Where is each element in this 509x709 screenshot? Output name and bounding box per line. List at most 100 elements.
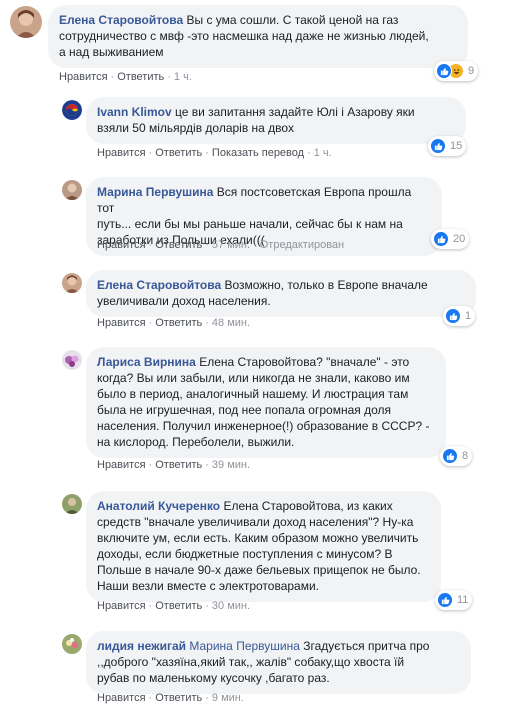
comment-actions: Нравится · Ответить · Показать перевод · 1 ч. xyxy=(97,147,332,159)
edited-label[interactable]: Отредактирован xyxy=(260,239,344,251)
avatar-photo xyxy=(62,494,82,514)
comment-text-line: Возможно, только в Европе вначале xyxy=(221,278,428,292)
comment-text-line: было в период, аналогичный нашему. И люс… xyxy=(97,387,409,401)
reaction-count: 11 xyxy=(457,594,469,606)
reaction-summary[interactable]: 15 xyxy=(428,136,467,156)
like-icon xyxy=(430,138,446,154)
avatar-photo xyxy=(10,6,42,38)
reaction-count: 9 xyxy=(468,65,475,77)
reply-link[interactable]: Ответить xyxy=(155,147,202,159)
reply-comment: Елена Старовойтова Возможно, только в Ев… xyxy=(0,265,509,337)
avatar-photo xyxy=(62,273,82,293)
reaction-count: 15 xyxy=(450,140,463,152)
comment-author[interactable]: Марина Первушина xyxy=(97,185,213,199)
avatar[interactable] xyxy=(62,634,82,654)
comment-bubble: лидия нежигай Марина Первушина Згадуєтьс… xyxy=(86,631,471,694)
like-icon xyxy=(433,231,449,247)
like-link[interactable]: Нравится xyxy=(97,317,146,329)
comment-author[interactable]: Ivann Klimov xyxy=(97,105,172,119)
comment-main: Елена Старовойтова Вы с ума сошли. С так… xyxy=(0,0,509,90)
like-icon xyxy=(436,63,452,79)
comment-text-line: увеличивали доход населения. xyxy=(97,294,271,308)
like-link[interactable]: Нравится xyxy=(97,459,146,471)
comment-bubble: Лариса Вирнина Елена Старовойтова? "внач… xyxy=(86,347,446,458)
comment-text-line: населения. Получил инженерное(!) образов… xyxy=(97,419,430,433)
comment-bubble: Ivann Klimov це ви запитання задайте Юлі… xyxy=(86,97,466,144)
comment-actions: Нравится · Ответить · 57 мин. · Отредактирован xyxy=(97,239,345,251)
comment-text-line: взяли 50 мільярдів доларів на двох xyxy=(97,121,294,135)
comment-text-line: когда? Вы или забыли, или никогда не зна… xyxy=(97,371,410,385)
like-link[interactable]: Нравится xyxy=(59,71,108,83)
like-icon xyxy=(445,308,461,324)
comment-time[interactable]: 1 ч. xyxy=(314,147,332,159)
reaction-summary[interactable]: 1 xyxy=(443,306,476,326)
mention-link[interactable]: Марина Первушина xyxy=(189,639,300,653)
reply-comment: лидия нежигай Марина Первушина Згадуєтьс… xyxy=(0,626,509,709)
reply-link[interactable]: Ответить xyxy=(155,459,202,471)
like-link[interactable]: Нравится xyxy=(97,692,146,704)
comment-text-line: Згадується притча про xyxy=(299,639,430,653)
reaction-count: 20 xyxy=(453,233,466,245)
comment-text-line: ,,доброго "хазяїна,який так,, жалів" соб… xyxy=(97,655,405,669)
avatar-photo xyxy=(62,100,82,120)
comment-text-line: на кислород. Переболели, выжили. xyxy=(97,435,295,449)
comment-text-line: рубав по маленькому кусочку ,багато раз. xyxy=(97,671,330,685)
comment-bubble: Анатолий Кучеренко Елена Старовойтова, и… xyxy=(86,491,441,602)
comment-text-line: Вы с ума сошли. С такой ценой на газ xyxy=(183,13,399,27)
comment-author[interactable]: лидия нежигай xyxy=(97,639,186,653)
reply-comment: Марина Первушина Вся постсоветская Европ… xyxy=(0,172,509,260)
avatar[interactable] xyxy=(62,273,82,293)
reply-link[interactable]: Ответить xyxy=(155,239,202,251)
comment-actions: Нравится · Ответить · 9 мин. xyxy=(97,692,244,704)
see-translation-link[interactable]: Показать перевод xyxy=(212,147,304,159)
comment-author[interactable]: Елена Старовойтова xyxy=(59,13,183,27)
comment-text-line: путь... если бы мы раньше начали, сейчас… xyxy=(97,217,403,231)
comment-text-line: а над выживанием xyxy=(59,45,164,59)
comment-bubble: Елена Старовойтова Возможно, только в Ев… xyxy=(86,270,476,317)
reply-link[interactable]: Ответить xyxy=(155,600,202,612)
comment-actions: Нравится · Ответить · 30 мин. xyxy=(97,600,251,612)
avatar-photo xyxy=(62,634,82,654)
comment-text-line: доходы, если бюджетные поступления с мин… xyxy=(97,547,393,561)
comment-text-line: Наши везли вместе с электротоварами. xyxy=(97,579,320,593)
comment-author[interactable]: Анатолий Кучеренко xyxy=(97,499,220,513)
avatar-photo xyxy=(62,180,82,200)
comment-actions: Нравится · Ответить · 1 ч. xyxy=(59,71,192,83)
avatar[interactable] xyxy=(62,180,82,200)
like-link[interactable]: Нравится xyxy=(97,239,146,251)
comment-actions: Нравится · Ответить · 39 мин. xyxy=(97,459,251,471)
comment-time[interactable]: 1 ч. xyxy=(174,71,192,83)
reply-link[interactable]: Ответить xyxy=(117,71,164,83)
comment-bubble: Елена Старовойтова Вы с ума сошли. С так… xyxy=(48,5,468,68)
reply-link[interactable]: Ответить xyxy=(155,317,202,329)
comment-text-line: Елена Старовойтова? "вначале" - это xyxy=(195,355,410,369)
reaction-count: 8 xyxy=(462,450,469,462)
avatar[interactable] xyxy=(62,494,82,514)
comment-time[interactable]: 39 мин. xyxy=(212,459,250,471)
comment-text-line: Елена Старовойтова, из каких xyxy=(220,499,393,513)
avatar[interactable] xyxy=(62,350,82,370)
reaction-summary[interactable]: 9 xyxy=(434,61,479,81)
avatar[interactable] xyxy=(62,100,82,120)
comment-time[interactable]: 57 мин. xyxy=(212,239,250,251)
comment-text-line: средств "вначале увеличивали доход насел… xyxy=(97,515,414,529)
avatar[interactable] xyxy=(10,6,42,38)
avatar-photo xyxy=(62,350,82,370)
comment-author[interactable]: Лариса Вирнина xyxy=(97,355,196,369)
reaction-summary[interactable]: 8 xyxy=(440,446,473,466)
reply-link[interactable]: Ответить xyxy=(155,692,202,704)
comment-time[interactable]: 48 мин. xyxy=(212,317,250,329)
like-link[interactable]: Нравится xyxy=(97,600,146,612)
like-icon xyxy=(442,448,458,464)
like-link[interactable]: Нравится xyxy=(97,147,146,159)
reaction-summary[interactable]: 20 xyxy=(431,229,470,249)
reply-comment: Ivann Klimov це ви запитання задайте Юлі… xyxy=(0,92,509,164)
comment-time[interactable]: 9 мин. xyxy=(212,692,244,704)
comment-text-line: це ви запитання задайте Юлі і Азарову як… xyxy=(171,105,415,119)
comment-author[interactable]: Елена Старовойтова xyxy=(97,278,221,292)
comment-time[interactable]: 30 мин. xyxy=(212,600,250,612)
comment-text-line: включите ум, если есть. Каким образом мо… xyxy=(97,531,419,545)
reply-comment: Анатолий Кучеренко Елена Старовойтова, и… xyxy=(0,486,509,621)
comment-text-line: Польше в начале 90-х даже бельевых прище… xyxy=(97,563,421,577)
reaction-summary[interactable]: 11 xyxy=(435,590,473,610)
